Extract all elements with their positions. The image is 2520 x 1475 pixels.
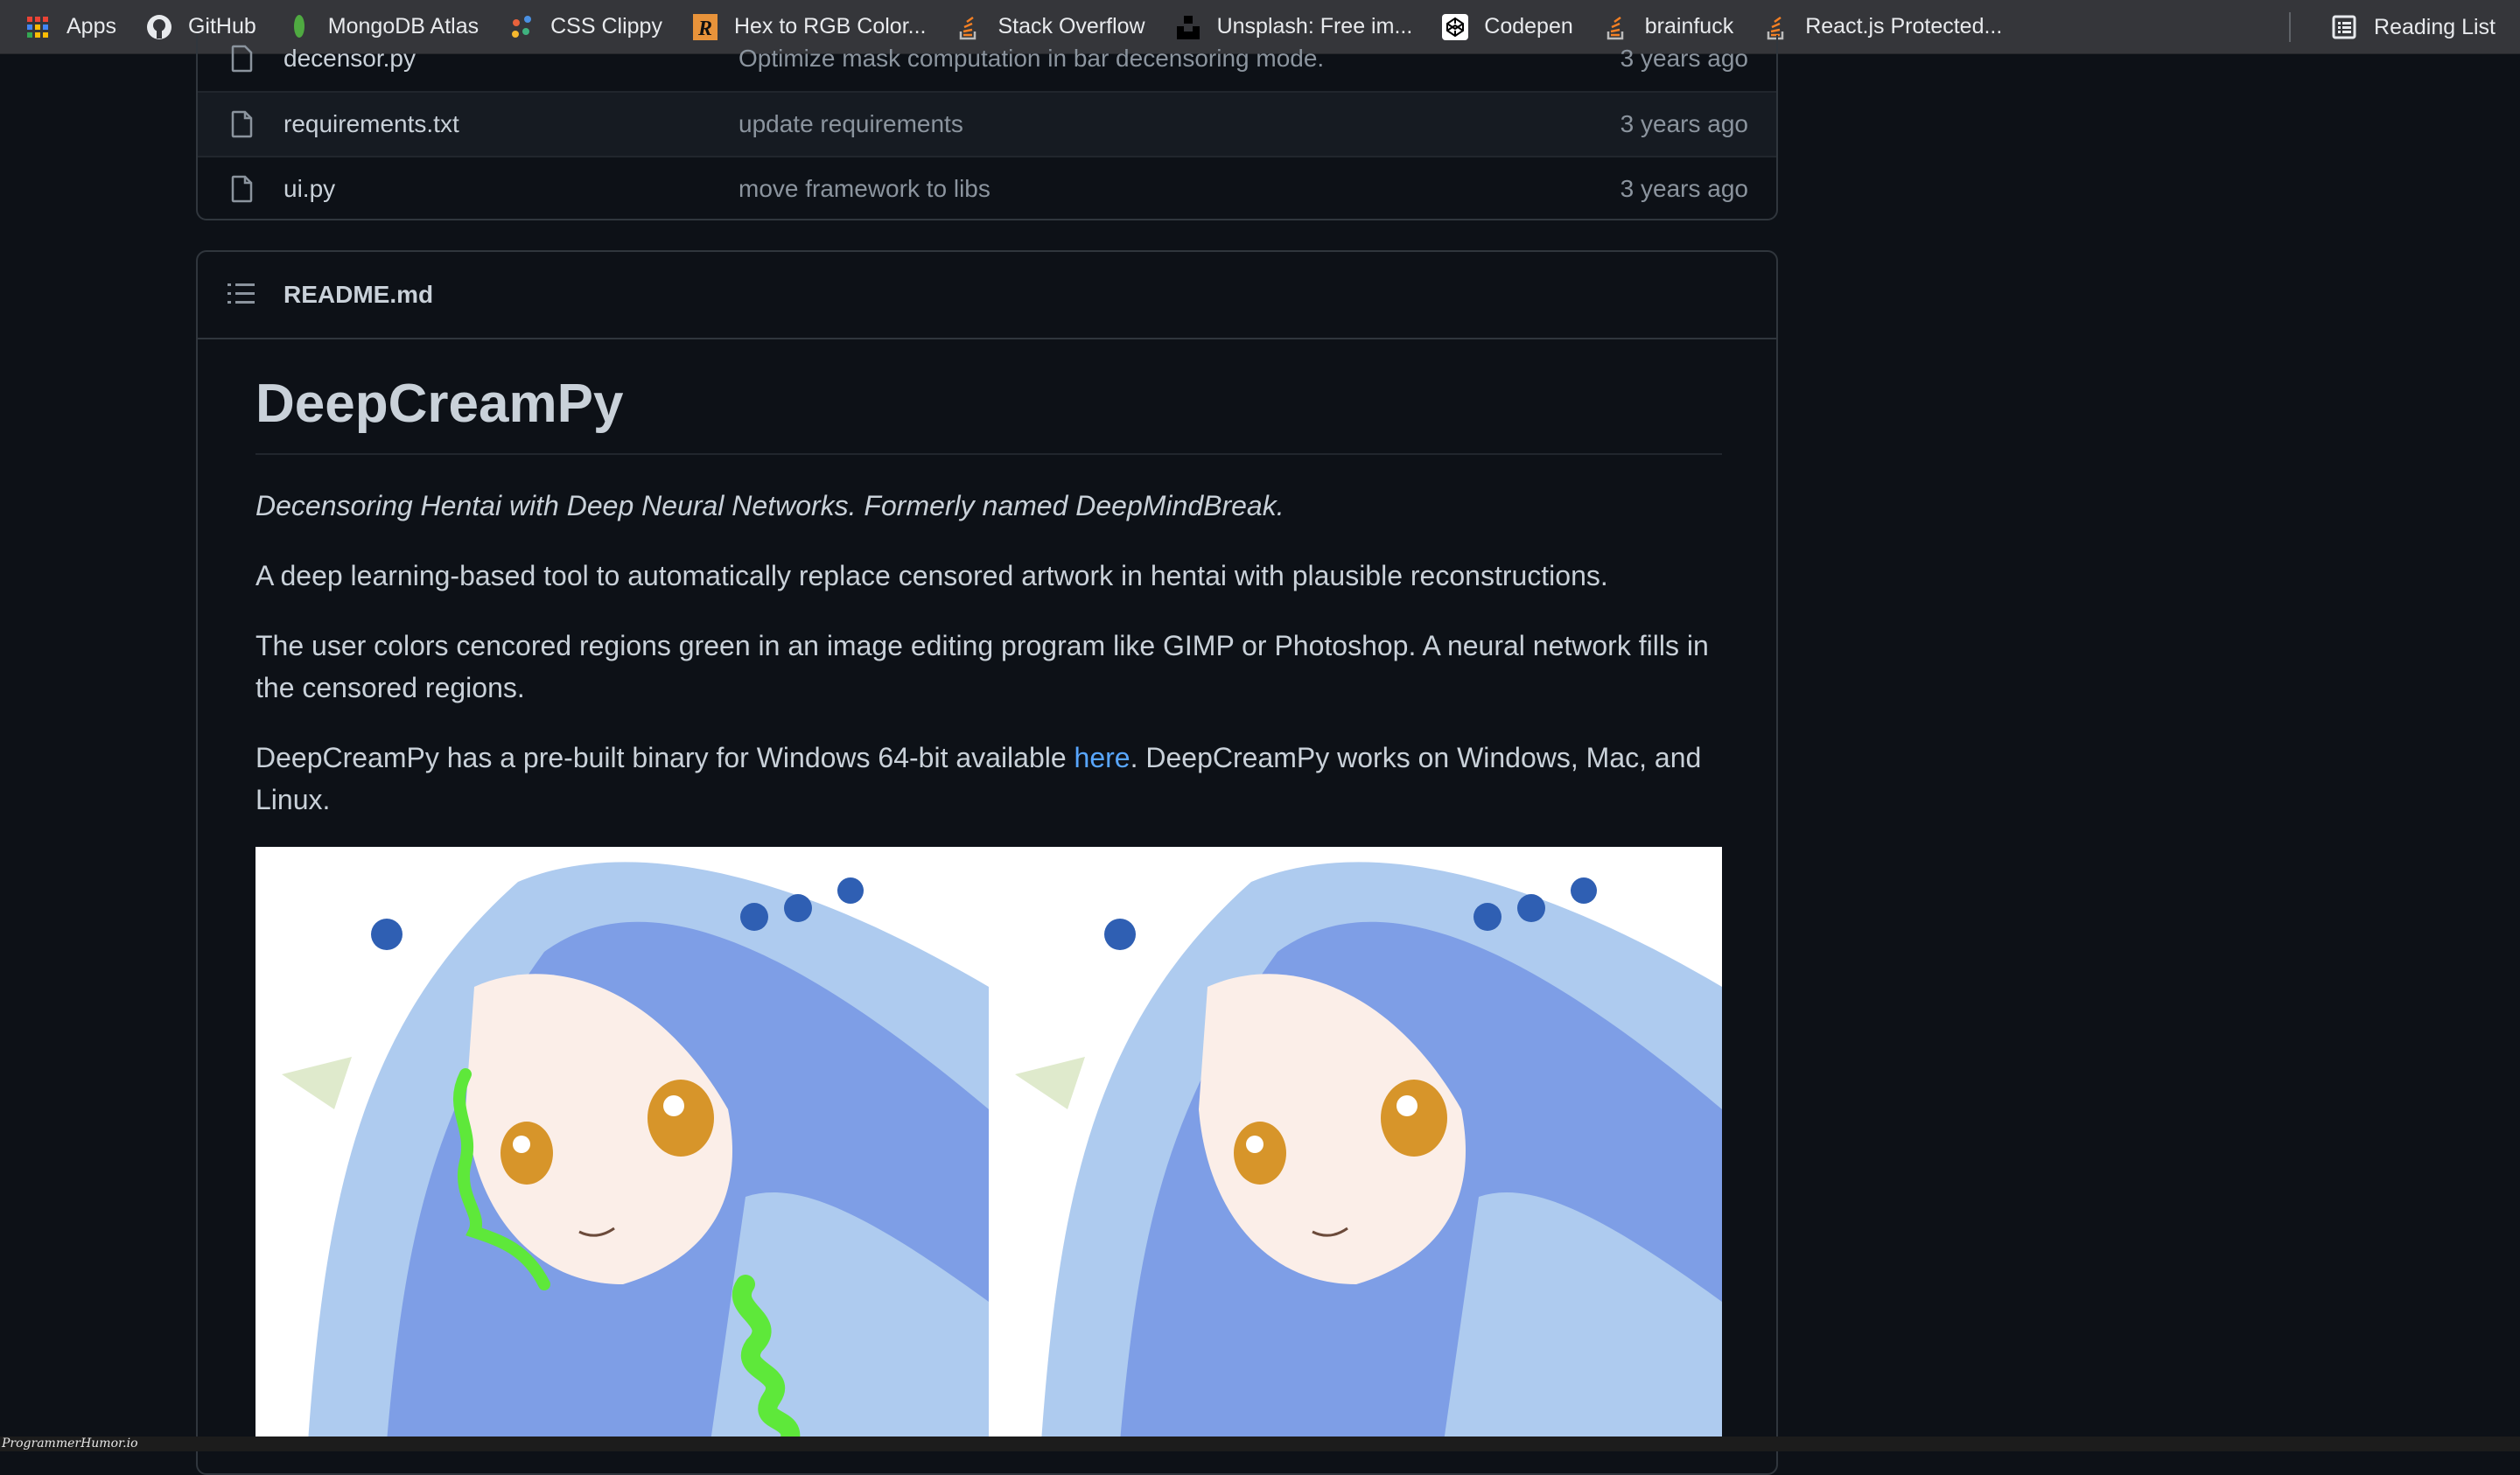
reading-list-label: Reading List xyxy=(2374,14,2496,39)
file-icon xyxy=(231,45,253,73)
commit-message[interactable]: Optimize mask computation in bar decenso… xyxy=(738,45,1324,73)
commit-message[interactable]: update requirements xyxy=(738,110,963,138)
file-row[interactable]: ui.py move framework to libs 3 years ago xyxy=(198,156,1776,219)
commit-age: 3 years ago xyxy=(1620,45,1748,72)
bookmark-apps[interactable]: Apps xyxy=(24,8,116,46)
readme-content: DeepCreamPy Decensoring Hentai with Deep… xyxy=(256,374,1722,821)
bookmark-label: React.js Protected... xyxy=(1805,14,2003,38)
file-row[interactable]: decensor.py Optimize mask computation in… xyxy=(198,35,1776,91)
file-icon xyxy=(231,175,253,203)
censored-example-image xyxy=(256,847,989,1442)
file-name[interactable]: ui.py xyxy=(284,175,335,203)
readme-panel: README.md DeepCreamPy Decensoring Hentai… xyxy=(196,250,1778,1475)
readme-paragraph: DeepCreamPy has a pre-built binary for W… xyxy=(256,737,1722,821)
file-row[interactable]: requirements.txt update requirements 3 y… xyxy=(198,91,1776,156)
table-of-contents-icon[interactable] xyxy=(228,282,256,306)
bookmark-react-protected[interactable]: React.js Protected... xyxy=(1763,8,2002,46)
reading-list-icon xyxy=(2332,15,2356,39)
github-icon xyxy=(146,14,172,40)
binary-download-link[interactable]: here xyxy=(1074,742,1130,773)
watermark: ProgrammerHumor.io xyxy=(0,1437,2520,1451)
readme-header: README.md xyxy=(198,252,1776,339)
commit-age: 3 years ago xyxy=(1620,110,1748,137)
decensored-example-image xyxy=(989,847,1722,1442)
readme-paragraph: The user colors cencored regions green i… xyxy=(256,630,1709,704)
file-icon xyxy=(231,110,253,138)
separator xyxy=(2289,12,2291,42)
reading-list-button[interactable]: Reading List xyxy=(2332,8,2496,46)
readme-example-image xyxy=(256,847,1722,1442)
readme-tagline: Decensoring Hentai with Deep Neural Netw… xyxy=(256,490,1284,522)
readme-title: DeepCreamPy xyxy=(256,374,1722,456)
commit-message[interactable]: move framework to libs xyxy=(738,175,990,203)
readme-filename[interactable]: README.md xyxy=(284,281,433,309)
apps-grid-icon xyxy=(24,14,51,40)
readme-paragraph: A deep learning-based tool to automatica… xyxy=(256,560,1608,592)
text: DeepCreamPy has a pre-built binary for W… xyxy=(256,742,1074,774)
commit-age: 3 years ago xyxy=(1620,175,1748,202)
file-name[interactable]: decensor.py xyxy=(284,45,416,73)
file-name[interactable]: requirements.txt xyxy=(284,110,459,138)
file-list: decensor.py Optimize mask computation in… xyxy=(196,35,1778,220)
bookmark-label: Apps xyxy=(66,14,116,38)
